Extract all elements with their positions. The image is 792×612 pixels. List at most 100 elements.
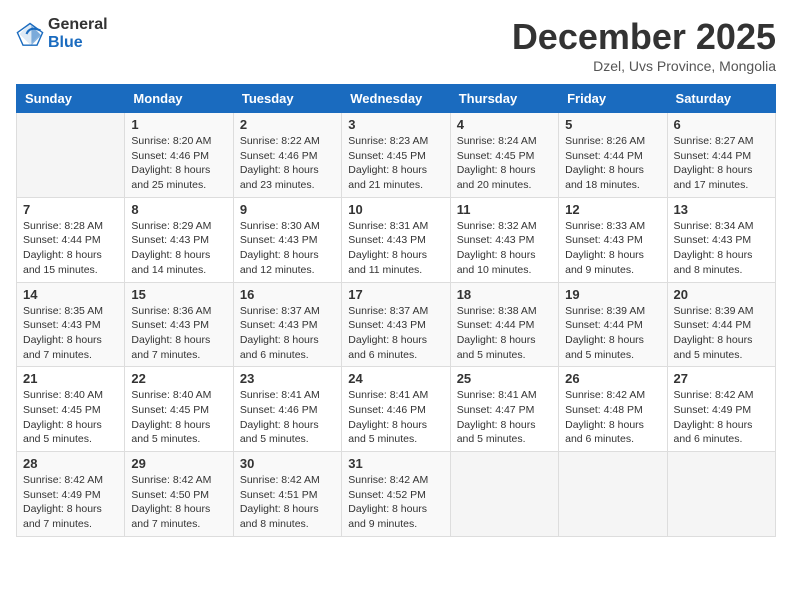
day-info: Sunrise: 8:30 AM Sunset: 4:43 PM Dayligh… [240, 219, 335, 278]
day-number: 9 [240, 202, 335, 217]
calendar-cell: 3 Sunrise: 8:23 AM Sunset: 4:45 PM Daylig… [342, 113, 450, 198]
day-number: 3 [348, 117, 443, 132]
logo: General Blue [16, 16, 108, 51]
day-info: Sunrise: 8:29 AM Sunset: 4:43 PM Dayligh… [131, 219, 226, 278]
calendar-cell: 17 Sunrise: 8:37 AM Sunset: 4:43 PM Dayli… [342, 282, 450, 367]
day-info: Sunrise: 8:33 AM Sunset: 4:43 PM Dayligh… [565, 219, 660, 278]
calendar-cell [17, 113, 125, 198]
day-info: Sunrise: 8:39 AM Sunset: 4:44 PM Dayligh… [565, 304, 660, 363]
day-info: Sunrise: 8:40 AM Sunset: 4:45 PM Dayligh… [23, 388, 118, 447]
day-number: 17 [348, 287, 443, 302]
day-number: 5 [565, 117, 660, 132]
day-info: Sunrise: 8:32 AM Sunset: 4:43 PM Dayligh… [457, 219, 552, 278]
day-info: Sunrise: 8:39 AM Sunset: 4:44 PM Dayligh… [674, 304, 769, 363]
day-info: Sunrise: 8:31 AM Sunset: 4:43 PM Dayligh… [348, 219, 443, 278]
day-number: 28 [23, 456, 118, 471]
calendar-cell [667, 452, 775, 537]
day-number: 2 [240, 117, 335, 132]
logo-general-text: General [48, 16, 108, 34]
week-row-5: 28Sunrise: 8:42 AM Sunset: 4:49 PM Dayli… [17, 452, 776, 537]
day-info: Sunrise: 8:42 AM Sunset: 4:52 PM Dayligh… [348, 473, 443, 532]
day-number: 7 [23, 202, 118, 217]
calendar-cell: 10 Sunrise: 8:31 AM Sunset: 4:43 PM Dayli… [342, 197, 450, 282]
day-number: 13 [674, 202, 769, 217]
calendar-cell: 2Sunrise: 8:22 AM Sunset: 4:46 PM Daylig… [233, 113, 341, 198]
day-number: 8 [131, 202, 226, 217]
week-row-4: 21 Sunrise: 8:40 AM Sunset: 4:45 PM Dayli… [17, 367, 776, 452]
header: General Blue December 2025 Dzel, Uvs Pro… [16, 16, 776, 74]
calendar-cell: 6Sunrise: 8:27 AM Sunset: 4:44 PM Daylig… [667, 113, 775, 198]
calendar-cell [450, 452, 558, 537]
calendar-cell: 29 Sunrise: 8:42 AM Sunset: 4:50 PM Dayli… [125, 452, 233, 537]
day-info: Sunrise: 8:38 AM Sunset: 4:44 PM Dayligh… [457, 304, 552, 363]
day-info: Sunrise: 8:41 AM Sunset: 4:46 PM Dayligh… [348, 388, 443, 447]
day-number: 31 [348, 456, 443, 471]
calendar-cell: 8 Sunrise: 8:29 AM Sunset: 4:43 PM Daylig… [125, 197, 233, 282]
calendar-cell: 5Sunrise: 8:26 AM Sunset: 4:44 PM Daylig… [559, 113, 667, 198]
calendar-cell: 25 Sunrise: 8:41 AM Sunset: 4:47 PM Dayli… [450, 367, 558, 452]
day-info: Sunrise: 8:20 AM Sunset: 4:46 PM Dayligh… [131, 134, 226, 193]
day-info: Sunrise: 8:37 AM Sunset: 4:43 PM Dayligh… [348, 304, 443, 363]
day-number: 10 [348, 202, 443, 217]
day-number: 20 [674, 287, 769, 302]
day-number: 18 [457, 287, 552, 302]
week-row-1: 1Sunrise: 8:20 AM Sunset: 4:46 PM Daylig… [17, 113, 776, 198]
calendar-cell: 1Sunrise: 8:20 AM Sunset: 4:46 PM Daylig… [125, 113, 233, 198]
day-info: Sunrise: 8:41 AM Sunset: 4:46 PM Dayligh… [240, 388, 335, 447]
day-number: 12 [565, 202, 660, 217]
calendar-cell: 11 Sunrise: 8:32 AM Sunset: 4:43 PM Dayli… [450, 197, 558, 282]
day-info: Sunrise: 8:41 AM Sunset: 4:47 PM Dayligh… [457, 388, 552, 447]
day-info: Sunrise: 8:42 AM Sunset: 4:50 PM Dayligh… [131, 473, 226, 532]
calendar-cell: 18 Sunrise: 8:38 AM Sunset: 4:44 PM Dayli… [450, 282, 558, 367]
day-info: Sunrise: 8:42 AM Sunset: 4:49 PM Dayligh… [674, 388, 769, 447]
week-row-3: 14 Sunrise: 8:35 AM Sunset: 4:43 PM Dayli… [17, 282, 776, 367]
calendar-cell: 7Sunrise: 8:28 AM Sunset: 4:44 PM Daylig… [17, 197, 125, 282]
day-info: Sunrise: 8:35 AM Sunset: 4:43 PM Dayligh… [23, 304, 118, 363]
day-info: Sunrise: 8:24 AM Sunset: 4:45 PM Dayligh… [457, 134, 552, 193]
day-header-saturday: Saturday [667, 85, 775, 113]
day-info: Sunrise: 8:23 AM Sunset: 4:45 PM Dayligh… [348, 134, 443, 193]
day-header-wednesday: Wednesday [342, 85, 450, 113]
day-info: Sunrise: 8:37 AM Sunset: 4:43 PM Dayligh… [240, 304, 335, 363]
calendar-cell: 19 Sunrise: 8:39 AM Sunset: 4:44 PM Dayli… [559, 282, 667, 367]
day-number: 29 [131, 456, 226, 471]
day-number: 21 [23, 371, 118, 386]
calendar-cell: 20 Sunrise: 8:39 AM Sunset: 4:44 PM Dayli… [667, 282, 775, 367]
day-header-tuesday: Tuesday [233, 85, 341, 113]
calendar: SundayMondayTuesdayWednesdayThursdayFrid… [16, 84, 776, 537]
calendar-cell: 13Sunrise: 8:34 AM Sunset: 4:43 PM Dayli… [667, 197, 775, 282]
calendar-cell: 23 Sunrise: 8:41 AM Sunset: 4:46 PM Dayli… [233, 367, 341, 452]
title-area: December 2025 Dzel, Uvs Province, Mongol… [512, 16, 776, 74]
day-number: 30 [240, 456, 335, 471]
month-title: December 2025 [512, 16, 776, 58]
day-number: 25 [457, 371, 552, 386]
calendar-cell [559, 452, 667, 537]
day-info: Sunrise: 8:42 AM Sunset: 4:51 PM Dayligh… [240, 473, 335, 532]
calendar-cell: 22Sunrise: 8:40 AM Sunset: 4:45 PM Dayli… [125, 367, 233, 452]
calendar-cell: 27Sunrise: 8:42 AM Sunset: 4:49 PM Dayli… [667, 367, 775, 452]
day-number: 15 [131, 287, 226, 302]
calendar-cell: 26 Sunrise: 8:42 AM Sunset: 4:48 PM Dayli… [559, 367, 667, 452]
calendar-header-row: SundayMondayTuesdayWednesdayThursdayFrid… [17, 85, 776, 113]
day-number: 14 [23, 287, 118, 302]
day-number: 24 [348, 371, 443, 386]
day-header-friday: Friday [559, 85, 667, 113]
calendar-cell: 24 Sunrise: 8:41 AM Sunset: 4:46 PM Dayli… [342, 367, 450, 452]
day-header-sunday: Sunday [17, 85, 125, 113]
day-info: Sunrise: 8:27 AM Sunset: 4:44 PM Dayligh… [674, 134, 769, 193]
day-number: 11 [457, 202, 552, 217]
day-number: 4 [457, 117, 552, 132]
calendar-cell: 9 Sunrise: 8:30 AM Sunset: 4:43 PM Daylig… [233, 197, 341, 282]
calendar-cell: 12 Sunrise: 8:33 AM Sunset: 4:43 PM Dayli… [559, 197, 667, 282]
calendar-cell: 28Sunrise: 8:42 AM Sunset: 4:49 PM Dayli… [17, 452, 125, 537]
day-number: 26 [565, 371, 660, 386]
location-title: Dzel, Uvs Province, Mongolia [512, 58, 776, 74]
day-header-thursday: Thursday [450, 85, 558, 113]
day-number: 23 [240, 371, 335, 386]
day-number: 16 [240, 287, 335, 302]
day-info: Sunrise: 8:42 AM Sunset: 4:48 PM Dayligh… [565, 388, 660, 447]
day-number: 19 [565, 287, 660, 302]
week-row-2: 7Sunrise: 8:28 AM Sunset: 4:44 PM Daylig… [17, 197, 776, 282]
day-info: Sunrise: 8:36 AM Sunset: 4:43 PM Dayligh… [131, 304, 226, 363]
logo-icon [16, 20, 44, 48]
